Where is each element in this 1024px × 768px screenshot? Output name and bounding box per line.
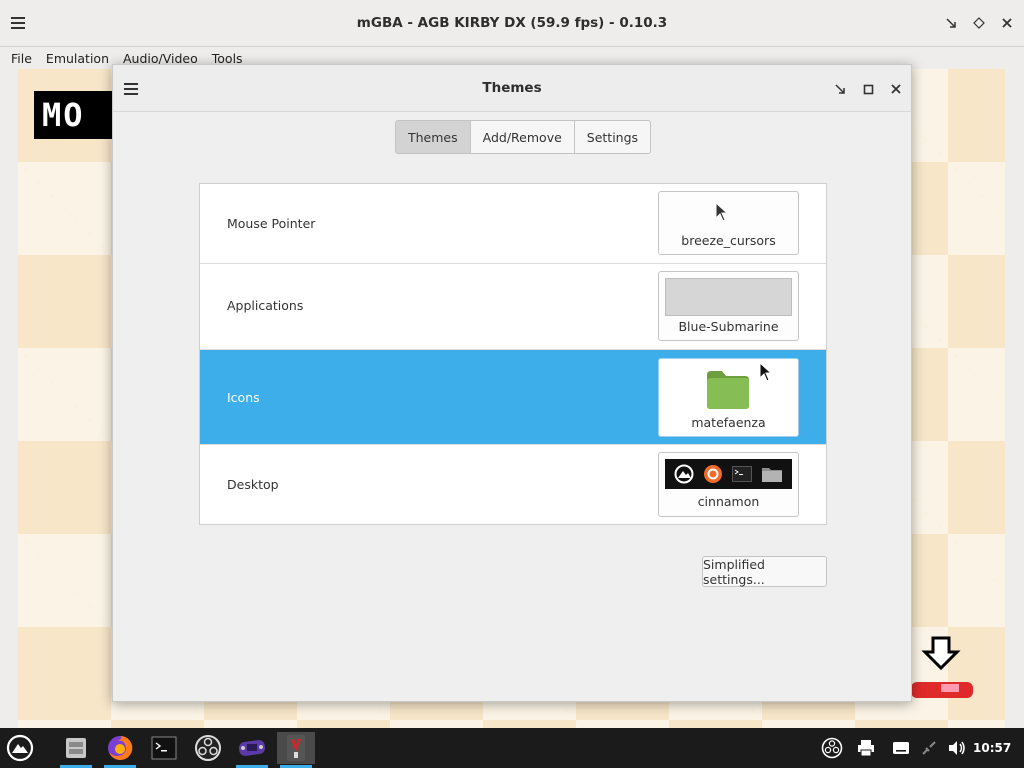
maximize-icon[interactable]: [968, 12, 990, 34]
dialog-close-icon[interactable]: [886, 79, 906, 99]
menu-emulation[interactable]: Emulation: [39, 51, 116, 66]
terminal-icon[interactable]: [145, 732, 183, 764]
desktop-theme-name: cinnamon: [697, 494, 760, 509]
menu-file[interactable]: File: [4, 51, 39, 66]
themes-dialog: Themes Themes Add/Remove Settings Mouse …: [112, 64, 912, 702]
themes-app-icon[interactable]: [277, 732, 315, 768]
applications-theme-name: Blue-Submarine: [678, 319, 779, 334]
volume-icon[interactable]: [945, 728, 969, 768]
dialog-header[interactable]: Themes: [113, 65, 911, 112]
file-manager-icon[interactable]: [57, 732, 95, 768]
close-icon[interactable]: [996, 12, 1018, 34]
printer-icon[interactable]: [854, 728, 878, 768]
network-disconnected-icon[interactable]: [917, 728, 941, 768]
icons-theme-button[interactable]: matefaenza: [658, 358, 799, 437]
dialog-title: Themes: [482, 80, 542, 96]
cursor-preview-icon: [715, 202, 729, 222]
tab-themes[interactable]: Themes: [396, 121, 471, 153]
mouse-pointer-theme-button[interactable]: breeze_cursors: [658, 191, 799, 255]
mgba-titlebar[interactable]: mGBA - AGB KIRBY DX (59.9 fps) - 0.10.3: [0, 0, 1024, 47]
tab-settings[interactable]: Settings: [575, 121, 650, 153]
keyboard-icon[interactable]: [889, 728, 913, 768]
mouse-cursor-icon: [759, 362, 773, 382]
game-logo: MO: [34, 91, 124, 139]
row-mouse-pointer[interactable]: Mouse Pointer breeze_cursors: [200, 184, 826, 264]
row-label-applications: Applications: [227, 298, 304, 313]
applications-theme-button[interactable]: Blue-Submarine: [658, 271, 799, 341]
desktop-theme-preview: [665, 459, 792, 489]
dialog-maximize-icon[interactable]: [858, 79, 878, 99]
desktop-theme-button[interactable]: cinnamon: [658, 452, 799, 517]
taskbar: 10:57: [0, 728, 1024, 768]
row-label-desktop: Desktop: [227, 477, 279, 492]
mgba-icon[interactable]: [233, 732, 271, 768]
icons-theme-name: matefaenza: [691, 415, 766, 430]
tab-bar: Themes Add/Remove Settings: [395, 120, 652, 154]
row-label-icons: Icons: [227, 390, 260, 405]
game-border-right: [1005, 69, 1024, 728]
firefox-preview-icon: [703, 465, 722, 483]
simplified-settings-button[interactable]: Simplified settings...: [702, 556, 827, 587]
terminal-preview-icon: [732, 466, 753, 482]
row-label-mouse-pointer: Mouse Pointer: [227, 216, 316, 231]
theme-list: Mouse Pointer breeze_cursors Application…: [199, 183, 827, 525]
start-menu-icon[interactable]: [1, 732, 39, 764]
window-title: mGBA - AGB KIRBY DX (59.9 fps) - 0.10.3: [356, 15, 668, 31]
dialog-minimize-icon[interactable]: [830, 79, 850, 99]
game-border-left: [0, 69, 18, 728]
mouse-pointer-theme-name: breeze_cursors: [681, 233, 776, 248]
applications-theme-preview: [665, 278, 792, 316]
taskbar-clock[interactable]: 10:57: [973, 728, 1011, 768]
minimize-icon[interactable]: [940, 12, 962, 34]
obs-tray-icon[interactable]: [818, 728, 846, 768]
row-icons[interactable]: Icons matefaenza: [200, 350, 826, 445]
folder-small-preview-icon: [762, 468, 783, 482]
folder-preview-icon: [707, 371, 749, 409]
tab-add-remove[interactable]: Add/Remove: [471, 121, 575, 153]
row-desktop[interactable]: Desktop cinnamon: [200, 445, 826, 524]
row-applications[interactable]: Applications Blue-Submarine: [200, 264, 826, 350]
firefox-icon[interactable]: [101, 732, 139, 768]
start-preview-icon: [674, 464, 694, 484]
obs-icon[interactable]: [189, 732, 227, 764]
kirby-sprite-icon: [911, 636, 973, 698]
